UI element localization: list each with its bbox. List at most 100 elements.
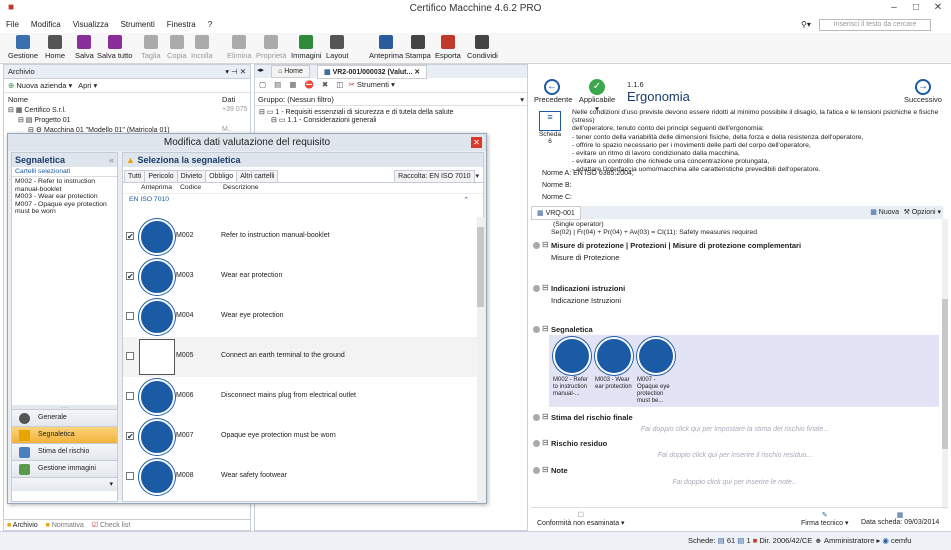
toolbar-button-layout[interactable]: Layout	[326, 35, 349, 60]
select-title: ▲ Seleziona la segnaletica	[123, 153, 483, 167]
menu-file[interactable]: File	[0, 18, 25, 29]
sign-checkbox[interactable]: ✔	[126, 232, 134, 241]
tab-divieto[interactable]: Divieto	[176, 170, 207, 182]
sign-checkbox[interactable]: ✔	[126, 272, 134, 281]
tree-item[interactable]: ⊟ ▤ Progetto 01	[4, 115, 250, 125]
toolbar-button-elimina[interactable]: Elimina	[227, 35, 252, 60]
menu-finestra[interactable]: Finestra	[161, 18, 202, 29]
tree-item[interactable]: ⊟ ▭ 1.1 - Considerazioni generali	[259, 116, 527, 124]
opaque-eye-sign-icon[interactable]	[637, 337, 675, 375]
tree-item[interactable]: ⊟ ▭ 1 - Requisiti essenziali di sicurezz…	[259, 108, 527, 116]
col-code[interactable]: Codice	[180, 184, 201, 191]
group-header[interactable]: EN ISO 7010 ⌃	[123, 194, 483, 205]
eye-protection-sign-icon	[139, 299, 175, 335]
open-button[interactable]: Apri	[78, 81, 91, 90]
search-input[interactable]: Inserisci il testo da cercare	[819, 19, 931, 31]
menu-modifica[interactable]: Modifica	[25, 18, 67, 29]
manual-sign-icon[interactable]	[553, 337, 591, 375]
scrollbar[interactable]	[942, 219, 948, 509]
nuova-button[interactable]: ▦ Nuova	[870, 208, 899, 216]
requirements-tree: ⊟ ▭ 1 - Requisiti essenziali di sicurezz…	[255, 106, 527, 124]
sign-row[interactable]: ✔ M003 Wear ear protection	[123, 257, 478, 297]
prev-button[interactable]: ← Precedente	[534, 79, 572, 104]
tab-tutti[interactable]: Tutti	[124, 170, 146, 182]
toolbar-button-taglia[interactable]: Taglia	[141, 35, 161, 60]
selected-item[interactable]: M007 - Opaque eye protection must be wor…	[15, 201, 114, 216]
sign-checkbox[interactable]	[126, 352, 134, 360]
toolbar-button-home[interactable]: Home	[45, 35, 65, 60]
selected-item[interactable]: M002 - Refer to instruction manual-bookl…	[15, 178, 114, 193]
sign-row[interactable]: M005 Connect an earth terminal to the gro…	[123, 337, 478, 377]
col-preview[interactable]: Anteprima	[141, 184, 172, 191]
toolbar-button-anteprima[interactable]: Anteprima	[369, 35, 403, 60]
add-icon: ⊕	[8, 81, 15, 90]
sign-checkbox[interactable]	[126, 472, 134, 480]
tab-checklist[interactable]: ☑ Check list	[89, 520, 134, 530]
close-icon[interactable]: ✕	[930, 2, 946, 13]
toolbar-button-salva-tutto[interactable]: Salva tutto	[97, 35, 132, 60]
nav-segnaletica[interactable]: Segnaletica	[12, 426, 117, 443]
maximize-icon[interactable]: □	[908, 2, 924, 13]
tab-pericolo[interactable]: Pericolo	[144, 170, 178, 182]
tree-item[interactable]: ⊟ ▦ Certifico S.r.l. +39 075	[4, 105, 250, 115]
ear-protection-sign-icon[interactable]	[595, 337, 633, 375]
toolbar-button-incolla[interactable]: Incolla	[191, 35, 213, 60]
tab-home[interactable]: ⌂ Home	[271, 65, 310, 78]
menu-strumenti[interactable]: Strumenti	[115, 18, 161, 29]
nav-more[interactable]: ▾	[12, 477, 117, 491]
tab-altri[interactable]: Altri cartelli	[236, 170, 279, 182]
col-desc[interactable]: Descrizione	[223, 184, 259, 191]
sign-checkbox[interactable]	[126, 312, 134, 320]
tab-vrq[interactable]: ▦ VRQ-001	[531, 206, 581, 220]
next-button[interactable]: → Successivo	[903, 79, 943, 104]
toolbar-button-propriet-[interactable]: Proprietà	[256, 35, 286, 60]
col-data[interactable]: Dati	[222, 95, 235, 104]
toolbar-button-stampa[interactable]: Stampa	[405, 35, 431, 60]
tab-nav-icon[interactable]: ◂▸	[257, 66, 264, 74]
sign-row[interactable]: M008 Wear safety footwear	[123, 457, 478, 497]
toolbar-button-salva[interactable]: Salva	[75, 35, 94, 60]
firma-button[interactable]: ✎ Firma tecnico ▾	[801, 511, 848, 527]
sign-code: M003	[176, 272, 194, 279]
sign-code: M007	[176, 432, 194, 439]
doc-tool-icons[interactable]: ▢ ▤ ▦ ⛔ ✖ ◫	[259, 80, 346, 89]
strumenti-button[interactable]: ✂ Strumenti ▾	[348, 80, 394, 89]
nav-stima-rischio[interactable]: Stima del rischio	[12, 443, 117, 460]
toolbar-button-gestione[interactable]: Gestione	[8, 35, 38, 60]
tab-obbligo[interactable]: Obbligo	[205, 170, 238, 182]
raccolta-select[interactable]: Raccolta: EN ISO 7010 ▾	[394, 170, 479, 182]
sign-row[interactable]: M006 Disconnect mains plug from electrica…	[123, 377, 478, 417]
sign-checkbox[interactable]	[126, 392, 134, 400]
nav-gestione-immagini[interactable]: Gestione immagini	[12, 460, 117, 477]
opzioni-button[interactable]: ⚒ Opzioni ▾	[904, 208, 941, 216]
sign-code: M005	[176, 352, 194, 359]
dialog-close-icon[interactable]: ✕	[471, 137, 482, 148]
sign-list-scrollbar[interactable]	[477, 217, 484, 502]
search-icon[interactable]: ⚲▾	[795, 18, 817, 29]
menu-help[interactable]: ?	[202, 18, 218, 29]
arrow-right-icon: →	[915, 79, 931, 95]
selected-item[interactable]: M003 - Wear ear protection	[15, 193, 114, 201]
tab-normativa[interactable]: ■ Normativa	[43, 521, 87, 530]
nav-generale[interactable]: Generale	[12, 409, 117, 426]
tab-archivio[interactable]: ■ Archivio	[4, 521, 41, 530]
toolbar-button-condividi[interactable]: Condividi	[467, 35, 498, 60]
sign-row[interactable]: M004 Wear eye protection	[123, 297, 478, 337]
toolbar-icon	[264, 35, 279, 49]
data-scheda-button[interactable]: ▦ Data scheda: 09/03/2014	[861, 511, 939, 526]
toolbar-button-copia[interactable]: Copia	[167, 35, 187, 60]
menu-visualizza[interactable]: Visualizza	[67, 18, 115, 29]
sign-checkbox[interactable]: ✔	[126, 432, 134, 441]
group-filter[interactable]: Gruppo: (Nessun filtro) ▾	[255, 93, 527, 106]
toolbar-button-immagini[interactable]: Immagini	[291, 35, 321, 60]
tab-document[interactable]: ▦ VR2-001/000032 (Valut... ✕	[317, 65, 428, 79]
minimize-icon[interactable]: –	[886, 2, 902, 13]
conformity-button[interactable]: ☐ Conformità non esaminata ▾	[537, 511, 625, 527]
toolbar-button-esporta[interactable]: Esporta	[435, 35, 461, 60]
new-company-button[interactable]: Nuova azienda	[16, 81, 66, 90]
sign-row[interactable]: ✔ M007 Opaque eye protection must be worn	[123, 417, 478, 457]
app-icon: ■	[7, 2, 15, 13]
applicable-button[interactable]: ✓ Applicabile ▾	[577, 79, 617, 113]
col-name[interactable]: Nome	[8, 95, 28, 104]
sign-row[interactable]: ✔ M002 Refer to instruction manual-booklet	[123, 217, 478, 257]
